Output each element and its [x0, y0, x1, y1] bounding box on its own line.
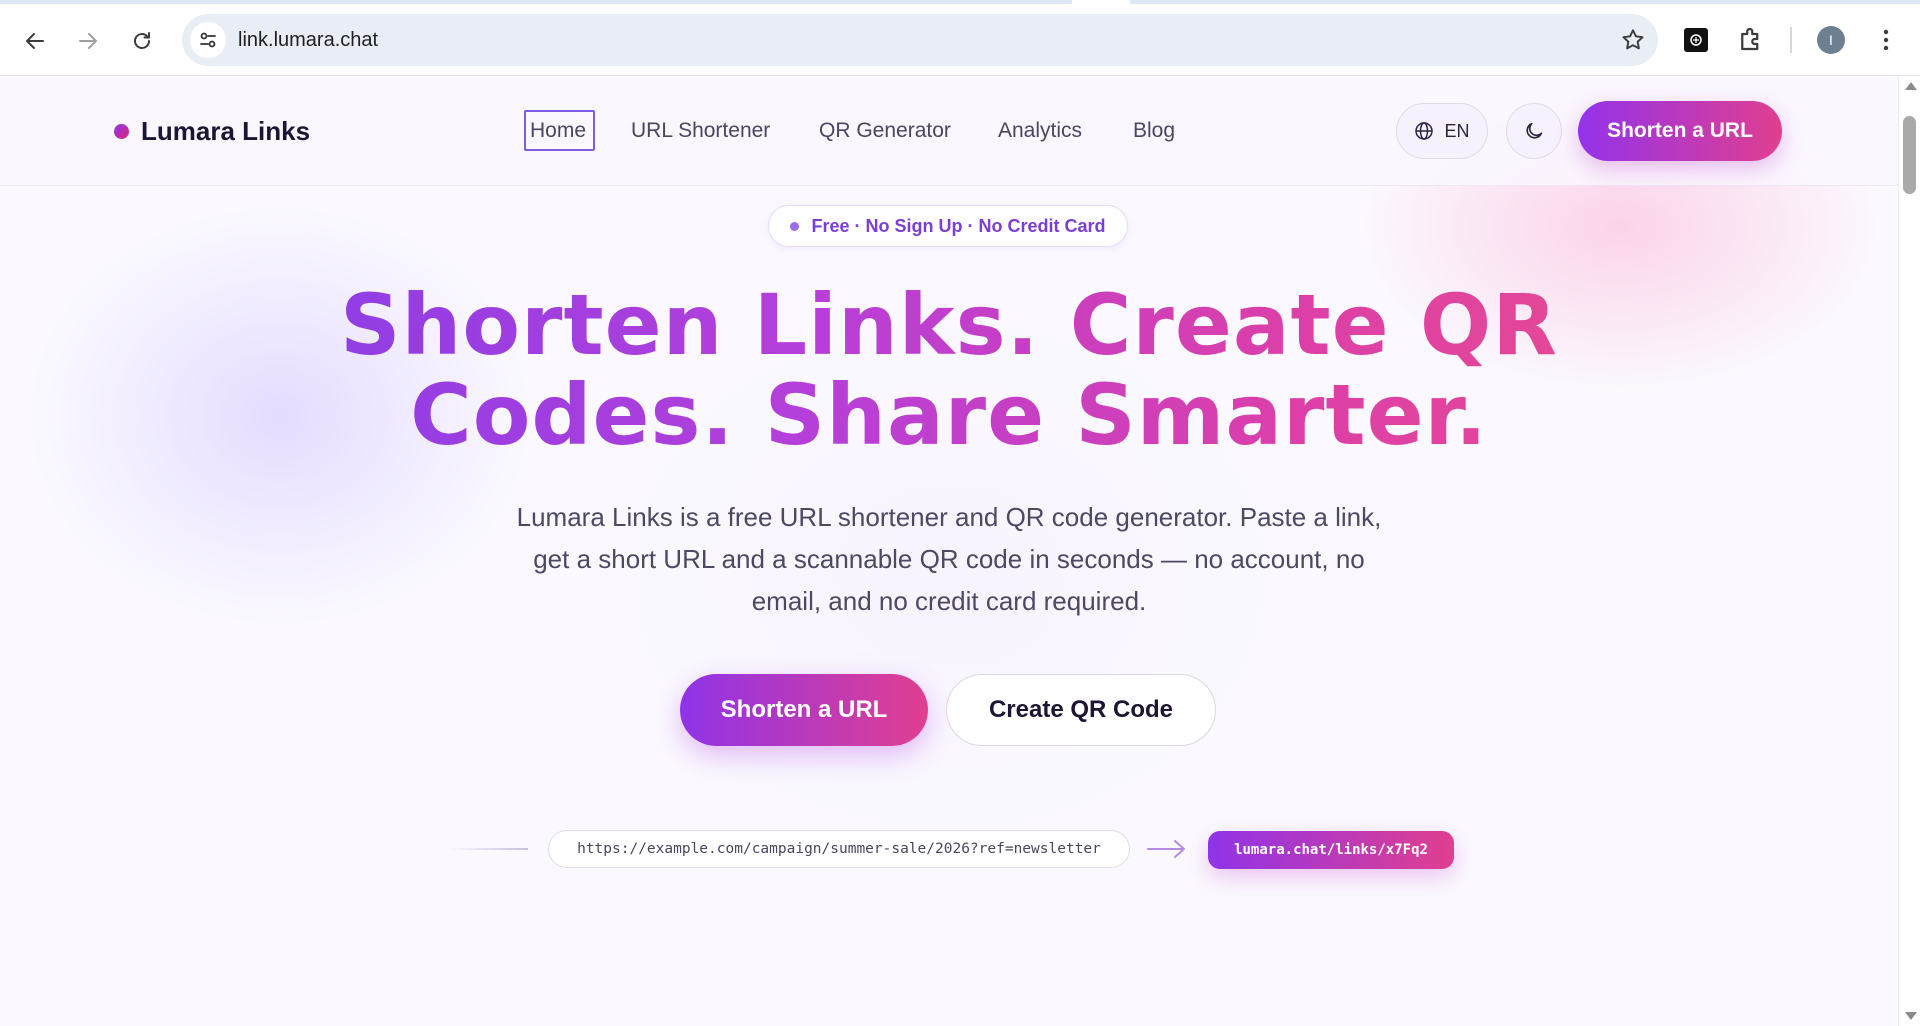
- logo-dot-icon: [114, 124, 129, 139]
- address-bar[interactable]: link.lumara.chat: [182, 14, 1658, 66]
- language-label: EN: [1444, 120, 1470, 141]
- theme-toggle-button[interactable]: [1506, 103, 1562, 159]
- hero-title-line-1: Shorten Links. Create QR: [340, 276, 1558, 374]
- profile-avatar[interactable]: I: [1817, 26, 1845, 54]
- browser-toolbar: link.lumara.chat I: [0, 0, 1920, 76]
- hero-title: Shorten Links. Create QR Codes. Share Sm…: [260, 280, 1638, 460]
- nav-link-blog[interactable]: Blog: [1133, 119, 1175, 143]
- demo-short-url: lumara.chat/links/x7Fq2: [1208, 831, 1454, 869]
- logo-text: Lumara Links: [141, 116, 311, 146]
- kebab-menu-icon[interactable]: [1876, 26, 1896, 54]
- scroll-down-arrow-icon[interactable]: [1905, 1012, 1917, 1020]
- badge-text: Free · No Sign Up · No Credit Card: [811, 215, 1106, 236]
- nav-link-url-shortener[interactable]: URL Shortener: [631, 119, 770, 143]
- scroll-up-arrow-icon[interactable]: [1905, 82, 1917, 90]
- nav-link-home[interactable]: Home: [530, 119, 586, 143]
- site-header: Lumara Links Home URL Shortener QR Gener…: [0, 76, 1898, 186]
- forward-button[interactable]: [69, 22, 107, 60]
- page-scrollbar[interactable]: [1898, 76, 1920, 1026]
- forward-arrow-icon: [79, 33, 97, 49]
- site-info-button[interactable]: [190, 22, 226, 58]
- tab-strip-edge: [0, 0, 1920, 4]
- hero-badge: Free · No Sign Up · No Credit Card: [768, 205, 1128, 247]
- hero-shorten-url-button[interactable]: Shorten a URL: [680, 674, 928, 746]
- star-icon[interactable]: [1620, 27, 1646, 53]
- language-selector[interactable]: EN: [1396, 103, 1488, 159]
- badge-dot-icon: [790, 221, 800, 231]
- hero-create-qr-button[interactable]: Create QR Code: [946, 674, 1216, 746]
- header-shorten-url-button[interactable]: Shorten a URL: [1578, 101, 1782, 161]
- hero-subtitle: Lumara Links is a free URL shortener and…: [516, 502, 1382, 616]
- tune-icon: [200, 32, 216, 48]
- extension-app-icon[interactable]: [1684, 28, 1708, 52]
- active-tab-edge: [1072, 0, 1130, 4]
- reload-button[interactable]: [123, 22, 161, 60]
- arrow-right-icon: [1147, 840, 1185, 858]
- page-viewport: Lumara Links Home URL Shortener QR Gener…: [0, 76, 1898, 1026]
- scroll-thumb[interactable]: [1903, 116, 1916, 194]
- url-text[interactable]: link.lumara.chat: [238, 29, 378, 52]
- globe-icon: [1415, 122, 1434, 140]
- hero-title-line-2: Codes. Share Smarter.: [410, 366, 1488, 464]
- reload-icon: [134, 32, 150, 49]
- toolbar-divider: [1790, 27, 1792, 53]
- back-button[interactable]: [16, 22, 54, 60]
- extension-puzzle-icon[interactable]: [1736, 24, 1766, 54]
- back-arrow-icon: [26, 33, 44, 49]
- logo[interactable]: Lumara Links: [114, 116, 310, 147]
- demo-long-url: https://example.com/campaign/summer-sale…: [548, 830, 1130, 868]
- nav-link-qr-generator[interactable]: QR Generator: [819, 119, 951, 143]
- demo-decorative-line: [448, 848, 528, 850]
- nav-link-analytics[interactable]: Analytics: [998, 119, 1082, 143]
- moon-icon: [1526, 122, 1543, 139]
